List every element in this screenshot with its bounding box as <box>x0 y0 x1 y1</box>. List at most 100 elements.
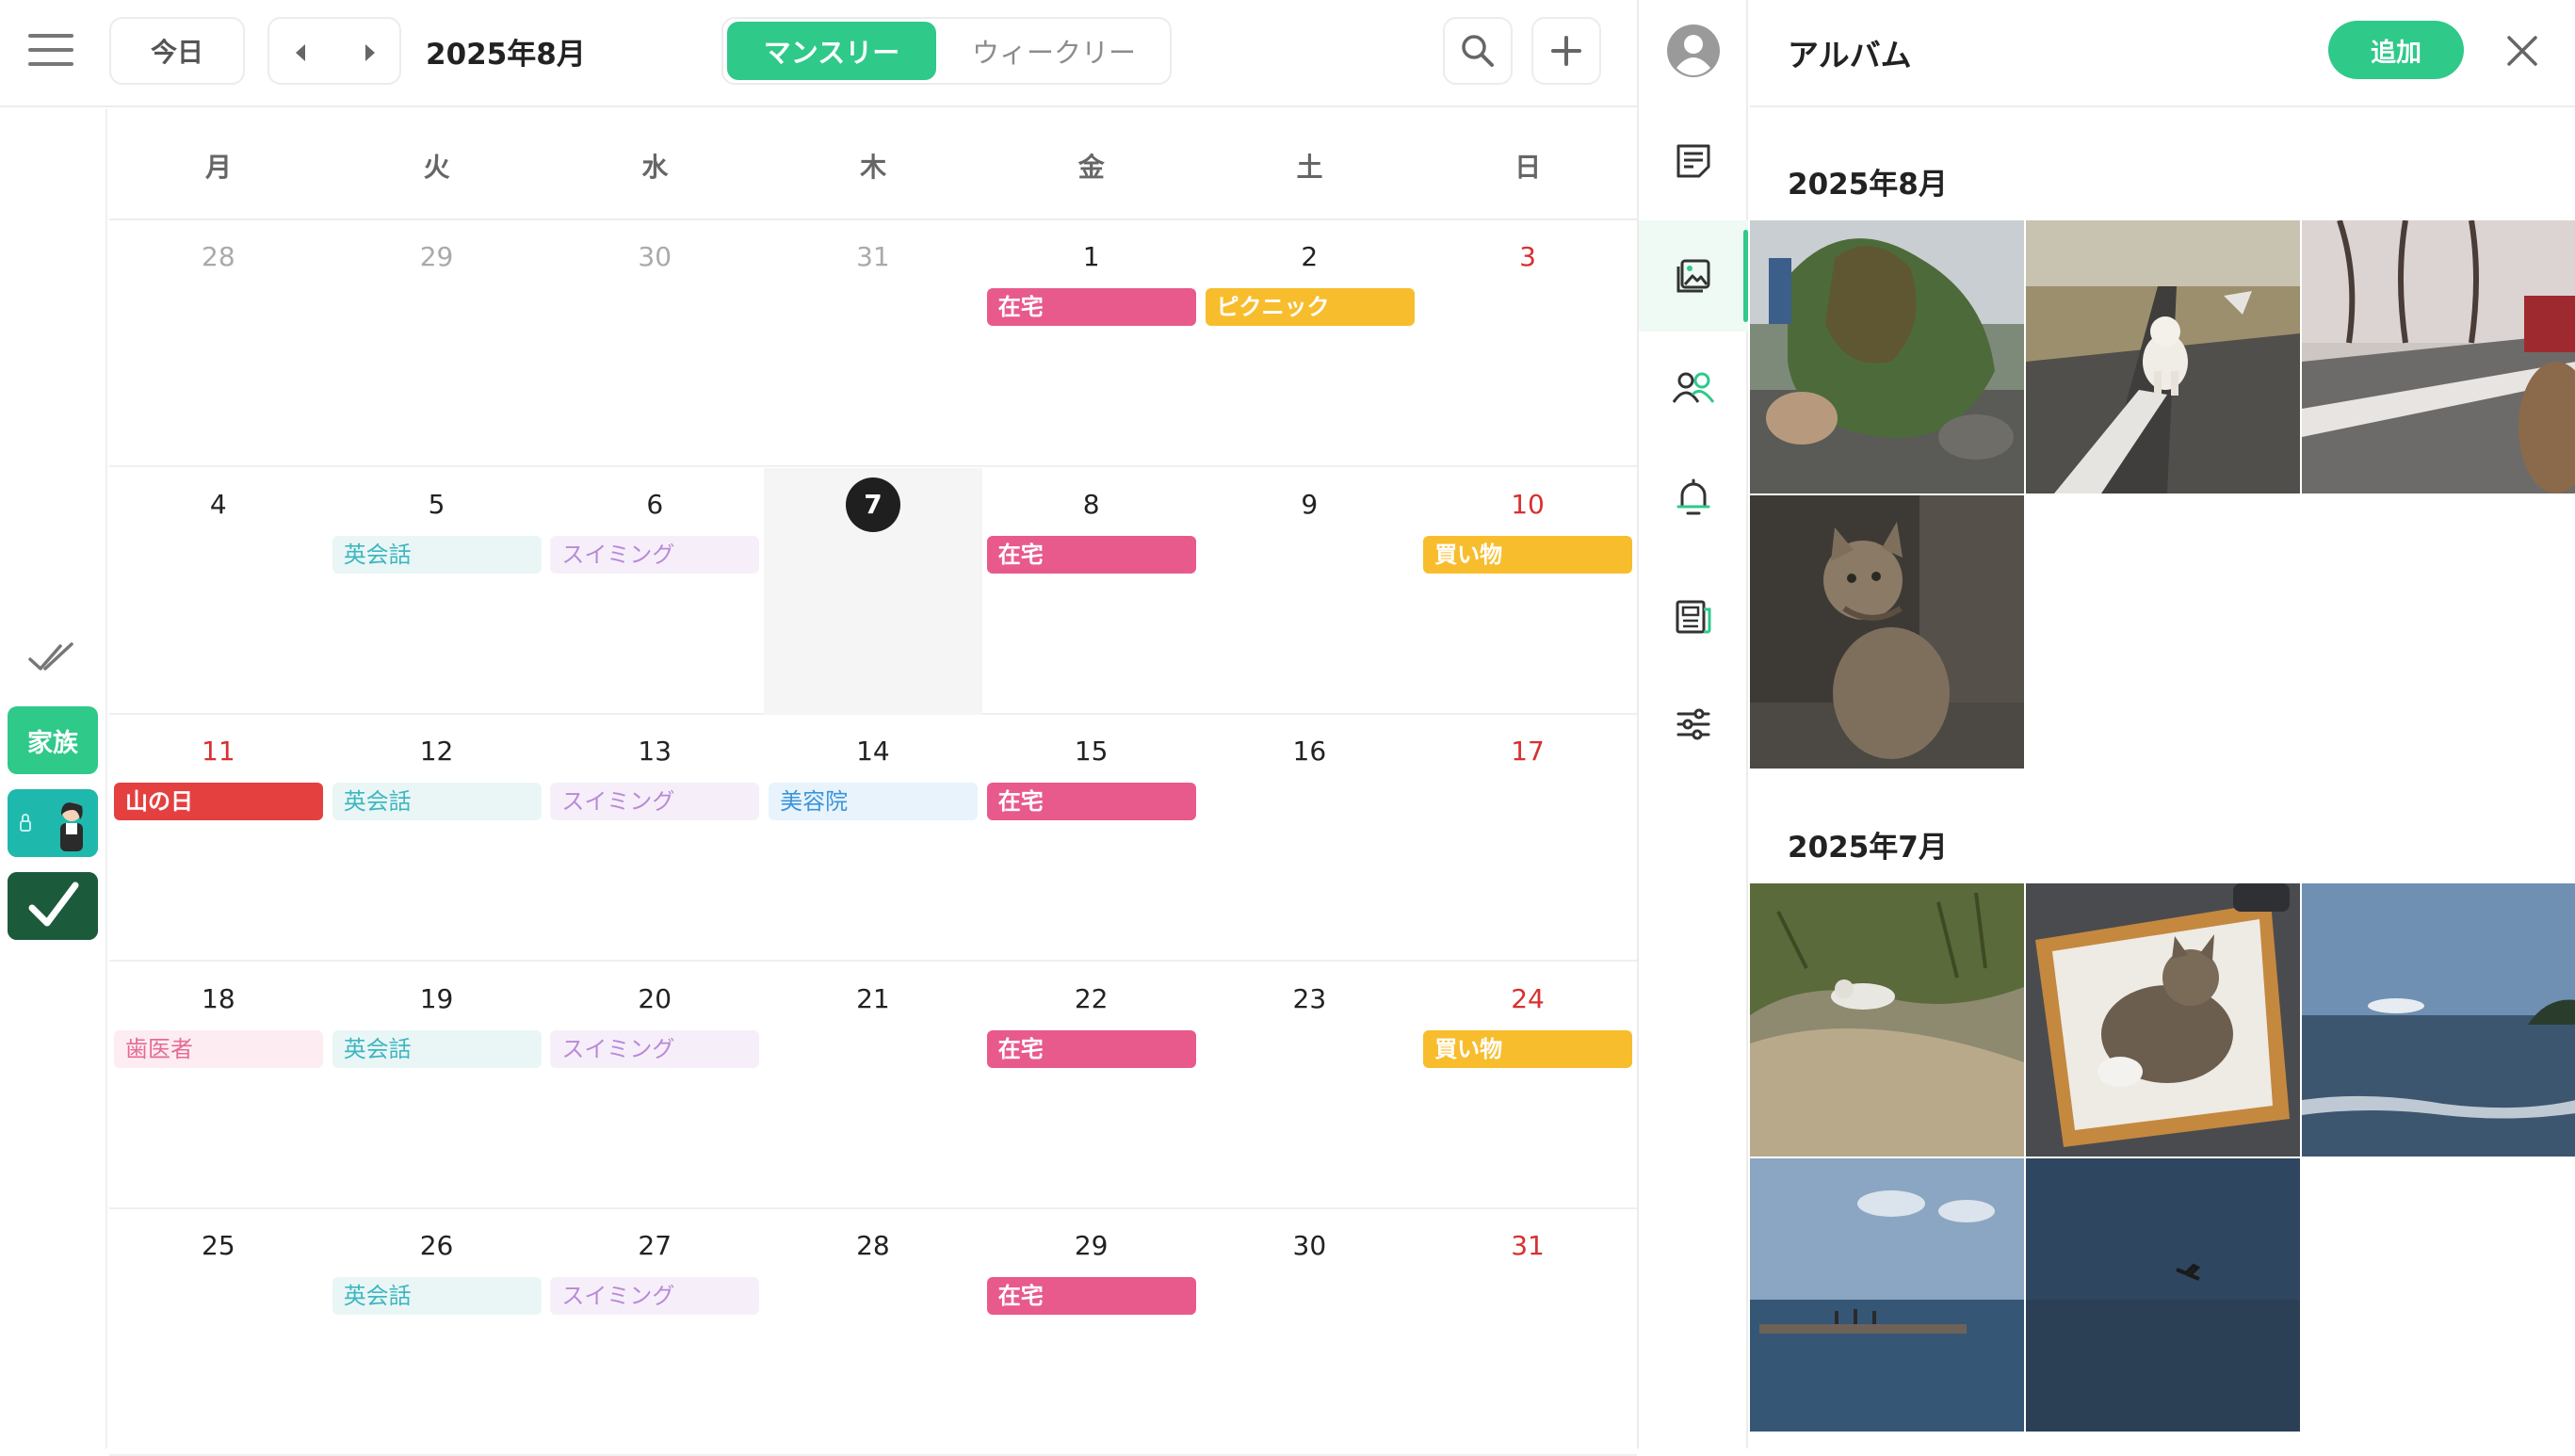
rail-notes[interactable] <box>1639 105 1748 217</box>
calendar-day-cell[interactable]: 2 ピクニック <box>1201 220 1419 467</box>
calendar-day-cell[interactable]: 3 <box>1418 220 1637 467</box>
calendar-day-cell[interactable]: 19 英会話 <box>328 963 546 1209</box>
rail-news[interactable] <box>1639 561 1748 672</box>
calendar-day-cell[interactable]: 26 英会話 <box>328 1209 546 1456</box>
weekday-header: 月 火 水 木 金 土 日 <box>109 109 1637 220</box>
calendar-event[interactable]: 英会話 <box>332 1029 542 1068</box>
calendar-day-cell[interactable]: 20 スイミング <box>545 963 764 1209</box>
pier-photo[interactable] <box>1750 1158 2024 1432</box>
album-add-button[interactable]: 追加 <box>2328 21 2464 79</box>
plus-icon <box>1551 36 1581 66</box>
calendar-day-cell[interactable]: 25 <box>109 1209 328 1456</box>
dog-by-bush-photo[interactable] <box>1750 220 2024 493</box>
calendar-day-cell[interactable]: 14 美容院 <box>764 715 982 962</box>
month-nav <box>267 17 401 85</box>
double-check-icon[interactable] <box>28 639 77 676</box>
calendar-day-cell[interactable]: 11 山の日 <box>109 715 328 962</box>
calendar-day-cell[interactable]: 30 <box>1201 1209 1419 1456</box>
calendar-event[interactable]: 美容院 <box>769 783 979 820</box>
calendar-day-cell[interactable]: 24 買い物 <box>1418 963 1637 1209</box>
calendar-event[interactable]: 在宅 <box>986 535 1196 574</box>
day-number: 30 <box>1292 1230 1327 1261</box>
calendar-day-cell[interactable]: 30 <box>545 220 764 467</box>
weekday-label: 水 <box>641 152 669 183</box>
calendar-event[interactable]: ピクニック <box>1205 288 1415 326</box>
tab-weekly[interactable]: ウィークリー <box>942 22 1166 80</box>
tabby-cat-photo[interactable] <box>1750 495 2024 768</box>
close-icon[interactable] <box>2503 32 2541 70</box>
next-month-icon[interactable] <box>356 40 384 66</box>
calendar-day-cell[interactable]: 28 <box>109 220 328 467</box>
rail-settings[interactable] <box>1639 669 1748 780</box>
tab-monthly[interactable]: マンスリー <box>727 22 936 80</box>
calendar-event[interactable]: 英会話 <box>332 783 542 820</box>
calendar-day-cell[interactable]: 29 <box>328 220 546 467</box>
calendar-event[interactable]: 歯医者 <box>114 1029 323 1068</box>
hamburger-menu-icon[interactable] <box>28 32 75 70</box>
calendar-day-cell[interactable]: 5 英会話 <box>328 468 546 715</box>
profile-button[interactable] <box>1639 0 1748 102</box>
calendar-day-cell[interactable]: 27 スイミング <box>545 1209 764 1456</box>
add-event-button[interactable] <box>1531 17 1601 85</box>
calendar-day-cell[interactable]: 4 <box>109 468 328 715</box>
calendar-day-cell[interactable]: 15 在宅 <box>982 715 1201 962</box>
calendar-day-cell[interactable]: 23 <box>1201 963 1419 1209</box>
calendar-day-cell[interactable]: 31 <box>1418 1209 1637 1456</box>
day-number: 25 <box>202 1230 235 1261</box>
calendar-event[interactable]: スイミング <box>550 783 760 820</box>
calendar-event[interactable]: 在宅 <box>986 288 1196 326</box>
calendar-event[interactable]: 英会話 <box>332 535 542 574</box>
calendar-day-cell[interactable]: 18 歯医者 <box>109 963 328 1209</box>
rail-notifications[interactable] <box>1639 443 1748 554</box>
calendar-day-cell[interactable]: 13 スイミング <box>545 715 764 962</box>
calendar-day-cell[interactable]: 9 <box>1201 468 1419 715</box>
calendar-day-cell[interactable]: 28 <box>764 1209 982 1456</box>
calendar-day-cell[interactable]: 29 在宅 <box>982 1209 1201 1456</box>
day-number: 29 <box>419 241 454 272</box>
calendar-day-cell[interactable]: 7 <box>764 467 982 715</box>
calendar-event[interactable]: 英会話 <box>332 1277 542 1315</box>
calendar-day-cell[interactable]: 21 <box>764 963 982 1209</box>
rail-album[interactable] <box>1639 220 1748 332</box>
cherry-tree-road-photo[interactable] <box>2302 220 2575 493</box>
calendar-day-cell[interactable]: 8 在宅 <box>982 468 1201 715</box>
day-number: 31 <box>1511 1230 1545 1261</box>
calendar-sidebar: 家族 <box>0 109 107 1448</box>
prev-month-icon[interactable] <box>286 40 315 66</box>
calendar-event[interactable]: スイミング <box>550 1029 760 1068</box>
rail-members[interactable] <box>1639 332 1748 443</box>
calendar-day-cell[interactable]: 1 在宅 <box>982 220 1201 467</box>
calendar-event[interactable]: 買い物 <box>1423 535 1633 574</box>
weekday-label: 月 <box>204 152 232 183</box>
calendar-day-cell[interactable]: 12 英会話 <box>328 715 546 962</box>
calendar-event[interactable]: スイミング <box>550 1277 760 1315</box>
calendar-chip-family[interactable]: 家族 <box>8 706 98 774</box>
calendar-event[interactable]: 山の日 <box>114 783 323 820</box>
calendar-event[interactable]: 買い物 <box>1423 1029 1633 1068</box>
cat-in-hammock-photo[interactable] <box>2026 883 2300 1157</box>
calendar-event[interactable]: 在宅 <box>986 1029 1196 1068</box>
calendar-day-cell[interactable]: 10 買い物 <box>1418 468 1637 715</box>
day-number: 30 <box>638 241 672 272</box>
search-button[interactable] <box>1443 17 1513 85</box>
dog-on-road-photo[interactable] <box>2026 220 2300 493</box>
month-title: 2025年8月 <box>426 38 586 72</box>
calendar-event[interactable]: スイミング <box>550 535 760 574</box>
calendar-day-cell[interactable]: 17 <box>1418 715 1637 962</box>
calendar-day-cell[interactable]: 16 <box>1201 715 1419 962</box>
calendar-day-cell[interactable]: 22 在宅 <box>982 963 1201 1209</box>
calendar-chip-todo[interactable] <box>8 872 98 940</box>
calendar-event[interactable]: 在宅 <box>986 783 1196 820</box>
album-title: アルバム <box>1788 37 1912 73</box>
today-button[interactable]: 今日 <box>109 17 245 85</box>
day-number: 6 <box>646 488 664 520</box>
avatar-illustration-icon <box>8 789 98 857</box>
calendar-day-cell[interactable]: 6 スイミング <box>545 468 764 715</box>
cat-in-dunes-photo[interactable] <box>1750 883 2024 1157</box>
day-number: 9 <box>1301 488 1319 520</box>
calendar-event[interactable]: 在宅 <box>986 1277 1196 1315</box>
bird-over-sea-photo[interactable] <box>2026 1158 2300 1432</box>
sea-horizon-photo[interactable] <box>2302 883 2575 1157</box>
calendar-day-cell[interactable]: 31 <box>764 220 982 467</box>
calendar-chip-personal[interactable] <box>8 789 98 857</box>
